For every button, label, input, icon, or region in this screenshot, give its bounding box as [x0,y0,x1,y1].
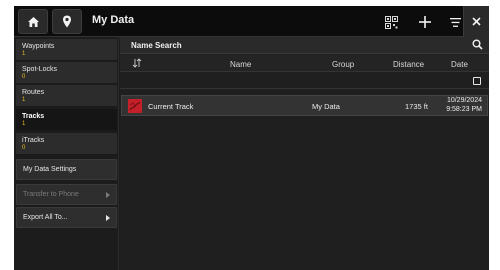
transfer-to-phone-button[interactable]: Transfer to Phone [16,184,117,205]
waypoint-button[interactable] [52,9,82,34]
data-list-panel: Name Search Name Group Distance Date Cur… [120,37,489,270]
sidebar-item-label: Routes [22,89,45,96]
column-header-distance[interactable]: Distance [393,60,424,69]
qr-button[interactable] [376,10,406,34]
sidebar-item-label: Spot-Locks [22,66,58,73]
track-date: 10/29/2024 [446,97,482,104]
search-icon[interactable] [472,39,483,50]
sidebar-item-tracks[interactable]: Tracks 1 [16,109,117,131]
close-button[interactable] [463,6,489,37]
home-button[interactable] [18,9,48,34]
name-search-bar[interactable]: Name Search [120,37,489,54]
sidebar-item-label: Tracks [22,113,45,120]
table-row[interactable]: Current Track My Data 1735 ft 10/29/2024… [121,95,488,116]
sidebar-item-waypoints[interactable]: Waypoints 1 [16,39,117,61]
close-icon [472,17,481,26]
add-button[interactable] [410,10,440,34]
chevron-right-icon [106,192,110,198]
sidebar-item-count: 1 [22,51,26,57]
column-header-group[interactable]: Group [332,60,354,69]
table-header: Name Group Distance Date [120,55,489,72]
export-all-label: Export All To... [23,214,68,221]
home-icon [27,16,39,27]
column-header-date[interactable]: Date [451,60,468,69]
select-all-row [120,73,489,89]
sidebar-item-label: Waypoints [22,43,55,50]
my-data-settings-label: My Data Settings [23,166,77,173]
qr-code-icon [384,15,398,29]
export-all-button[interactable]: Export All To... [16,207,117,228]
name-search-label: Name Search [131,41,182,50]
sidebar-item-routes[interactable]: Routes 1 [16,85,117,107]
sidebar-item-count: 0 [22,74,26,80]
track-name: Current Track [148,102,194,111]
chevron-right-icon [106,215,110,221]
sidebar-item-label: iTracks [22,137,45,144]
sidebar: Waypoints 1 Spot-Locks 0 Routes 1 Tracks… [14,37,119,270]
my-data-window: My Data Waypoints 1 Spot-Locks 0 Routes … [14,6,489,270]
track-distance: 1735 ft [405,102,428,111]
transfer-to-phone-label: Transfer to Phone [23,191,79,198]
sidebar-item-count: 1 [22,97,26,103]
page-title: My Data [92,14,135,26]
column-header-name[interactable]: Name [230,60,251,69]
sidebar-item-itracks[interactable]: iTracks 0 [16,133,117,155]
plus-icon [419,16,431,28]
sidebar-item-spot-locks[interactable]: Spot-Locks 0 [16,62,117,84]
track-icon [128,99,142,113]
select-all-checkbox[interactable] [473,77,481,85]
my-data-settings-button[interactable]: My Data Settings [16,159,117,180]
track-group: My Data [312,102,340,111]
top-bar: My Data [14,6,489,37]
track-time: 9:58:23 PM [446,106,482,113]
sort-icon[interactable] [132,58,142,68]
map-pin-icon [63,15,71,28]
sidebar-item-count: 1 [22,121,26,127]
menu-icon [449,17,461,27]
sidebar-item-count: 0 [22,145,26,151]
